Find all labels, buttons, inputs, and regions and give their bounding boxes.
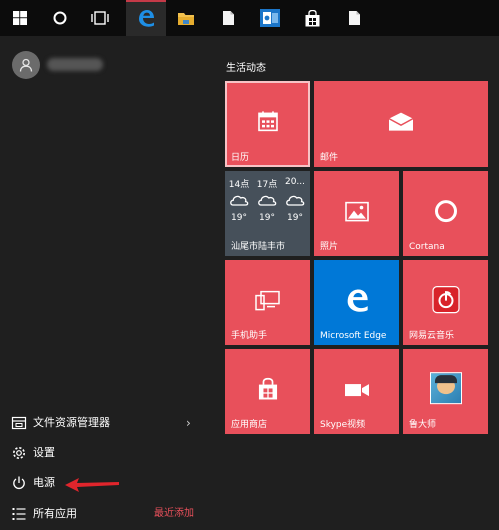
tile-photos-label: 照片: [320, 242, 339, 252]
tile-phone-companion-label: 手机助手: [231, 331, 268, 341]
tile-photos[interactable]: 照片: [314, 171, 399, 256]
edge-icon: [139, 10, 154, 27]
cortana-button[interactable]: [40, 0, 80, 36]
weather-temp: 19°: [259, 213, 275, 223]
document-icon: [222, 11, 234, 25]
cortana-circle-icon: [53, 11, 67, 25]
task-view-icon: [91, 11, 109, 25]
taskbar-outlook[interactable]: [250, 0, 290, 36]
file-explorer-icon: [11, 416, 27, 430]
menu-settings-label: 设置: [33, 446, 55, 459]
weather-icons: [225, 193, 309, 210]
weather-location: 汕尾市陆丰市: [231, 242, 286, 252]
user-icon: [19, 58, 33, 72]
cloud-icon: [258, 195, 277, 206]
tile-cortana-label: Cortana: [409, 242, 445, 252]
store-bag-icon: [305, 9, 319, 26]
chevron-right-icon[interactable]: ›: [186, 410, 191, 436]
video-camera-icon: [344, 383, 369, 396]
tile-store-label: 应用商店: [231, 420, 268, 430]
user-name[interactable]: [47, 58, 103, 71]
netease-music-icon: [431, 285, 460, 313]
tile-ludashi-label: 鲁大师: [409, 420, 437, 430]
menu-all-apps[interactable]: 所有应用 最近添加: [0, 501, 212, 527]
calendar-icon: [257, 111, 278, 132]
mail-envelope-icon: [388, 112, 414, 131]
red-arrow-annotation-icon: [65, 478, 119, 492]
edge-icon: [347, 288, 368, 312]
weather-temp: 19°: [231, 213, 247, 223]
weather-time: 20...: [284, 177, 306, 187]
weather-temp: 19°: [287, 213, 303, 223]
outlook-icon: [260, 9, 280, 27]
all-apps-list-icon: [12, 508, 26, 520]
power-icon: [13, 476, 25, 490]
store-bag-icon: [258, 377, 277, 399]
user-avatar[interactable]: [12, 51, 40, 79]
tile-ludashi[interactable]: 鲁大师: [403, 349, 488, 434]
tile-weather[interactable]: 14点 17点 20... 19° 19° 19° 汕尾市陆丰市: [225, 171, 310, 256]
taskbar-file-explorer[interactable]: [166, 0, 206, 36]
photo-icon: [344, 201, 369, 221]
tile-calendar[interactable]: 日历: [225, 81, 310, 167]
tile-calendar-label: 日历: [231, 153, 250, 163]
tile-group-title: 生活动态: [226, 63, 266, 74]
weather-time: 14点: [228, 180, 250, 190]
taskbar-file-1[interactable]: [208, 0, 248, 36]
menu-file-explorer[interactable]: 文件资源管理器 ›: [0, 410, 212, 436]
folder-icon: [178, 12, 194, 25]
recently-added-label: 最近添加: [154, 508, 194, 519]
menu-settings[interactable]: 设置: [0, 440, 212, 466]
menu-file-explorer-label: 文件资源管理器: [33, 416, 110, 429]
tile-netease-music[interactable]: 网易云音乐: [403, 260, 488, 345]
start-button[interactable]: [0, 0, 40, 36]
task-view-button[interactable]: [80, 0, 120, 36]
menu-all-apps-label: 所有应用: [33, 507, 77, 520]
taskbar-store[interactable]: [292, 0, 332, 36]
tile-edge[interactable]: Microsoft Edge: [314, 260, 399, 345]
cloud-icon: [230, 195, 249, 206]
tile-netease-music-label: 网易云音乐: [409, 331, 455, 341]
tile-cortana[interactable]: Cortana: [403, 171, 488, 256]
tile-mail[interactable]: 邮件: [314, 81, 488, 167]
tile-edge-label: Microsoft Edge: [320, 331, 387, 341]
taskbar: [0, 0, 499, 36]
tile-store[interactable]: 应用商店: [225, 349, 310, 434]
taskbar-file-2[interactable]: [334, 0, 374, 36]
cortana-icon: [434, 199, 457, 222]
tile-skype-video-label: Skype视频: [320, 420, 366, 430]
phone-companion-icon: [254, 290, 280, 310]
tile-skype-video[interactable]: Skype视频: [314, 349, 399, 434]
weather-temps: 19° 19° 19°: [225, 213, 309, 223]
weather-times: 14点 17点 20...: [225, 177, 309, 190]
document-icon: [348, 11, 360, 25]
gear-icon: [13, 447, 25, 459]
tile-phone-companion[interactable]: 手机助手: [225, 260, 310, 345]
tile-mail-label: 邮件: [320, 153, 339, 163]
windows-logo-icon: [13, 11, 27, 25]
cloud-icon: [286, 195, 305, 206]
weather-time: 17点: [256, 180, 278, 190]
menu-power-label: 电源: [33, 476, 55, 489]
taskbar-edge[interactable]: [126, 0, 166, 36]
ludashi-icon: [429, 371, 462, 404]
